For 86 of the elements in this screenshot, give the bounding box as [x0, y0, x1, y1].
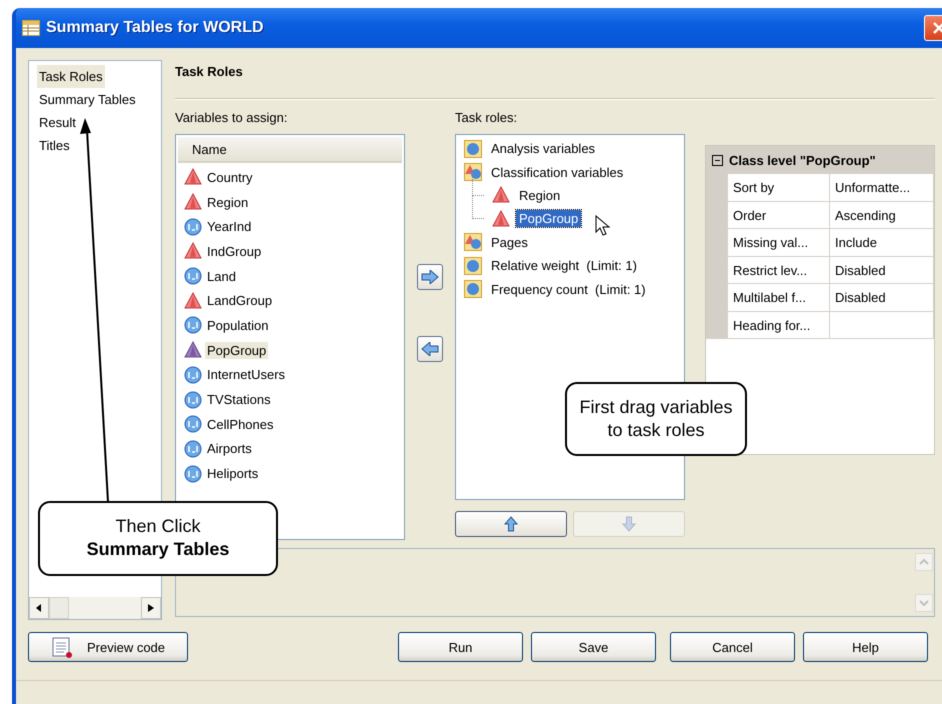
nav-item[interactable]: Result: [37, 111, 78, 134]
up-arrow-icon: [504, 516, 518, 532]
scroll-right-button[interactable]: [141, 597, 161, 619]
down-arrow-icon: [622, 516, 636, 532]
triangle-icon: [184, 242, 202, 260]
number-circle-icon: [184, 415, 202, 434]
variable-item[interactable]: YearInd: [205, 218, 254, 236]
number-circle-icon: [184, 390, 202, 409]
property-name: Sort by: [728, 174, 830, 202]
triangle-icon: [184, 341, 202, 360]
group-title: Class level "PopGroup": [729, 152, 876, 168]
triangle-icon: [492, 186, 510, 204]
property-name: Multilabel f...: [728, 284, 830, 312]
notepad-icon: [50, 636, 73, 658]
triangle-icon: [184, 292, 202, 310]
right-arrow-icon: [421, 270, 439, 284]
collapse-icon[interactable]: [712, 154, 723, 166]
property-name: Order: [728, 202, 830, 229]
variable-item[interactable]: PopGroup: [205, 342, 268, 359]
property-value[interactable]: Disabled: [830, 256, 934, 284]
dialog-button[interactable]: Run: [398, 632, 523, 662]
scroll-thumb[interactable]: [49, 597, 69, 619]
move-up-button[interactable]: [455, 511, 567, 537]
left-arrow-icon: [421, 342, 439, 356]
variable-item[interactable]: CellPhones: [205, 416, 276, 433]
ball-icon: [464, 256, 482, 275]
tree-item[interactable]: Frequency count (Limit: 1): [488, 280, 649, 298]
dialog-button[interactable]: Cancel: [670, 632, 795, 662]
tree-item[interactable]: Region: [516, 186, 564, 204]
dialog-button[interactable]: Preview code: [28, 632, 188, 662]
dialog-button[interactable]: Save: [531, 632, 656, 662]
property-value[interactable]: Include: [830, 229, 934, 256]
scroll-left-button[interactable]: [29, 597, 49, 619]
section-heading: Task Roles: [175, 63, 244, 81]
tree-item[interactable]: PopGroup: [516, 210, 582, 228]
ball-icon: [464, 140, 482, 158]
list-label: Variables to assign:: [175, 110, 288, 127]
dialog-button[interactable]: Help: [803, 632, 928, 662]
column-header[interactable]: Name: [178, 137, 402, 163]
property-value[interactable]: Disabled: [830, 284, 934, 312]
ball-icon: [464, 280, 482, 298]
triangle-icon: [184, 193, 202, 212]
tree-item[interactable]: Classification variables: [488, 164, 626, 181]
variable-item[interactable]: Land: [205, 268, 238, 285]
add-button[interactable]: [417, 264, 443, 290]
window-title: Summary Tables for WORLD: [46, 19, 265, 37]
tree-item[interactable]: Pages: [488, 234, 531, 251]
horizontal-scrollbar[interactable]: [29, 597, 161, 619]
shapes-icon: [464, 163, 482, 182]
callout-note: Then Click Summary Tables: [38, 501, 278, 576]
list-label: Task roles:: [455, 110, 518, 127]
property-value[interactable]: Ascending: [830, 202, 934, 229]
number-circle-icon: [184, 267, 202, 286]
property-name: Restrict lev...: [728, 256, 830, 284]
nav-item[interactable]: Summary Tables: [37, 88, 138, 111]
variable-item[interactable]: TVStations: [205, 391, 273, 408]
nav-item[interactable]: Task Roles: [37, 65, 105, 88]
number-circle-icon: [184, 440, 202, 458]
variable-item[interactable]: InternetUsers: [205, 366, 288, 384]
right-arrow-icon: [148, 604, 154, 612]
variable-item[interactable]: IndGroup: [205, 242, 264, 260]
variable-item[interactable]: Region: [205, 194, 250, 211]
tree-item[interactable]: Analysis variables: [488, 140, 598, 158]
number-circle-icon: [184, 366, 202, 384]
triangle-icon: [184, 168, 202, 186]
remove-button[interactable]: [417, 336, 443, 362]
shapes-icon: [464, 233, 482, 252]
variable-item[interactable]: Heliports: [205, 465, 260, 482]
number-circle-icon: [184, 464, 202, 483]
variable-item[interactable]: Airports: [205, 440, 254, 458]
variable-item[interactable]: Population: [205, 316, 270, 334]
triangle-icon: [492, 210, 510, 228]
number-circle-icon: [184, 316, 202, 334]
number-circle-icon: [184, 218, 202, 236]
callout-note: First drag variables to task roles: [565, 382, 747, 456]
nav-item[interactable]: Titles: [37, 134, 72, 157]
variable-item[interactable]: Country: [205, 168, 255, 186]
property-value[interactable]: Unformatte...: [830, 174, 934, 202]
left-arrow-icon: [36, 604, 42, 612]
property-name: Missing val...: [728, 229, 830, 256]
tree-item[interactable]: Relative weight (Limit: 1): [488, 257, 640, 274]
property-name: Heading for...: [728, 312, 830, 339]
variable-item[interactable]: LandGroup: [205, 292, 274, 310]
mouse-pointer-icon: [595, 214, 612, 237]
table-icon: [22, 20, 40, 36]
close-icon: [932, 21, 942, 35]
